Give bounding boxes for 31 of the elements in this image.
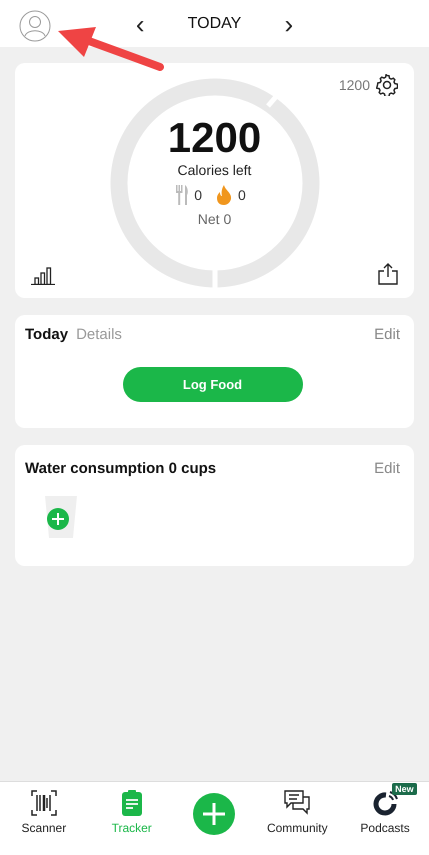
tab-label: Podcasts: [360, 821, 410, 835]
calories-left-value: 1200: [168, 116, 262, 160]
share-icon[interactable]: [378, 263, 398, 285]
previous-day-button[interactable]: ‹: [132, 10, 148, 36]
flame-icon: [215, 184, 233, 204]
date-title: TODAY: [186, 14, 242, 32]
barcode-frame-icon: [30, 790, 57, 816]
section-title: Today: [25, 326, 68, 343]
section-title: Water consumption 0 cups: [25, 460, 216, 477]
tab-label: Scanner: [22, 821, 66, 835]
exercise-calories: 0: [238, 186, 246, 202]
tab-label: Tracker: [112, 821, 152, 835]
calorie-goal: 1200: [338, 77, 370, 93]
tab-label: Community: [266, 821, 328, 835]
edit-link[interactable]: Edit: [374, 326, 400, 343]
tab-button[interactable]: Community: [257, 782, 338, 835]
fork-knife-icon: [175, 184, 190, 204]
avatar-icon[interactable]: [19, 10, 51, 42]
tab-button[interactable]: New Podcasts: [345, 782, 426, 835]
food-calories: 0: [194, 186, 202, 202]
calories-left-label: Calories left: [178, 162, 252, 178]
edit-link[interactable]: Edit: [374, 460, 400, 477]
next-day-button[interactable]: ›: [280, 10, 298, 36]
water-cup-icon[interactable]: [44, 496, 78, 538]
add-button[interactable]: [192, 792, 236, 836]
settings-icon[interactable]: [376, 74, 398, 96]
bar-chart-icon[interactable]: [31, 267, 55, 285]
tab-button[interactable]: Scanner: [4, 782, 84, 835]
new-badge: New: [392, 783, 417, 795]
chat-bubbles-icon: [284, 790, 310, 816]
net-calories: Net 0: [198, 210, 232, 226]
